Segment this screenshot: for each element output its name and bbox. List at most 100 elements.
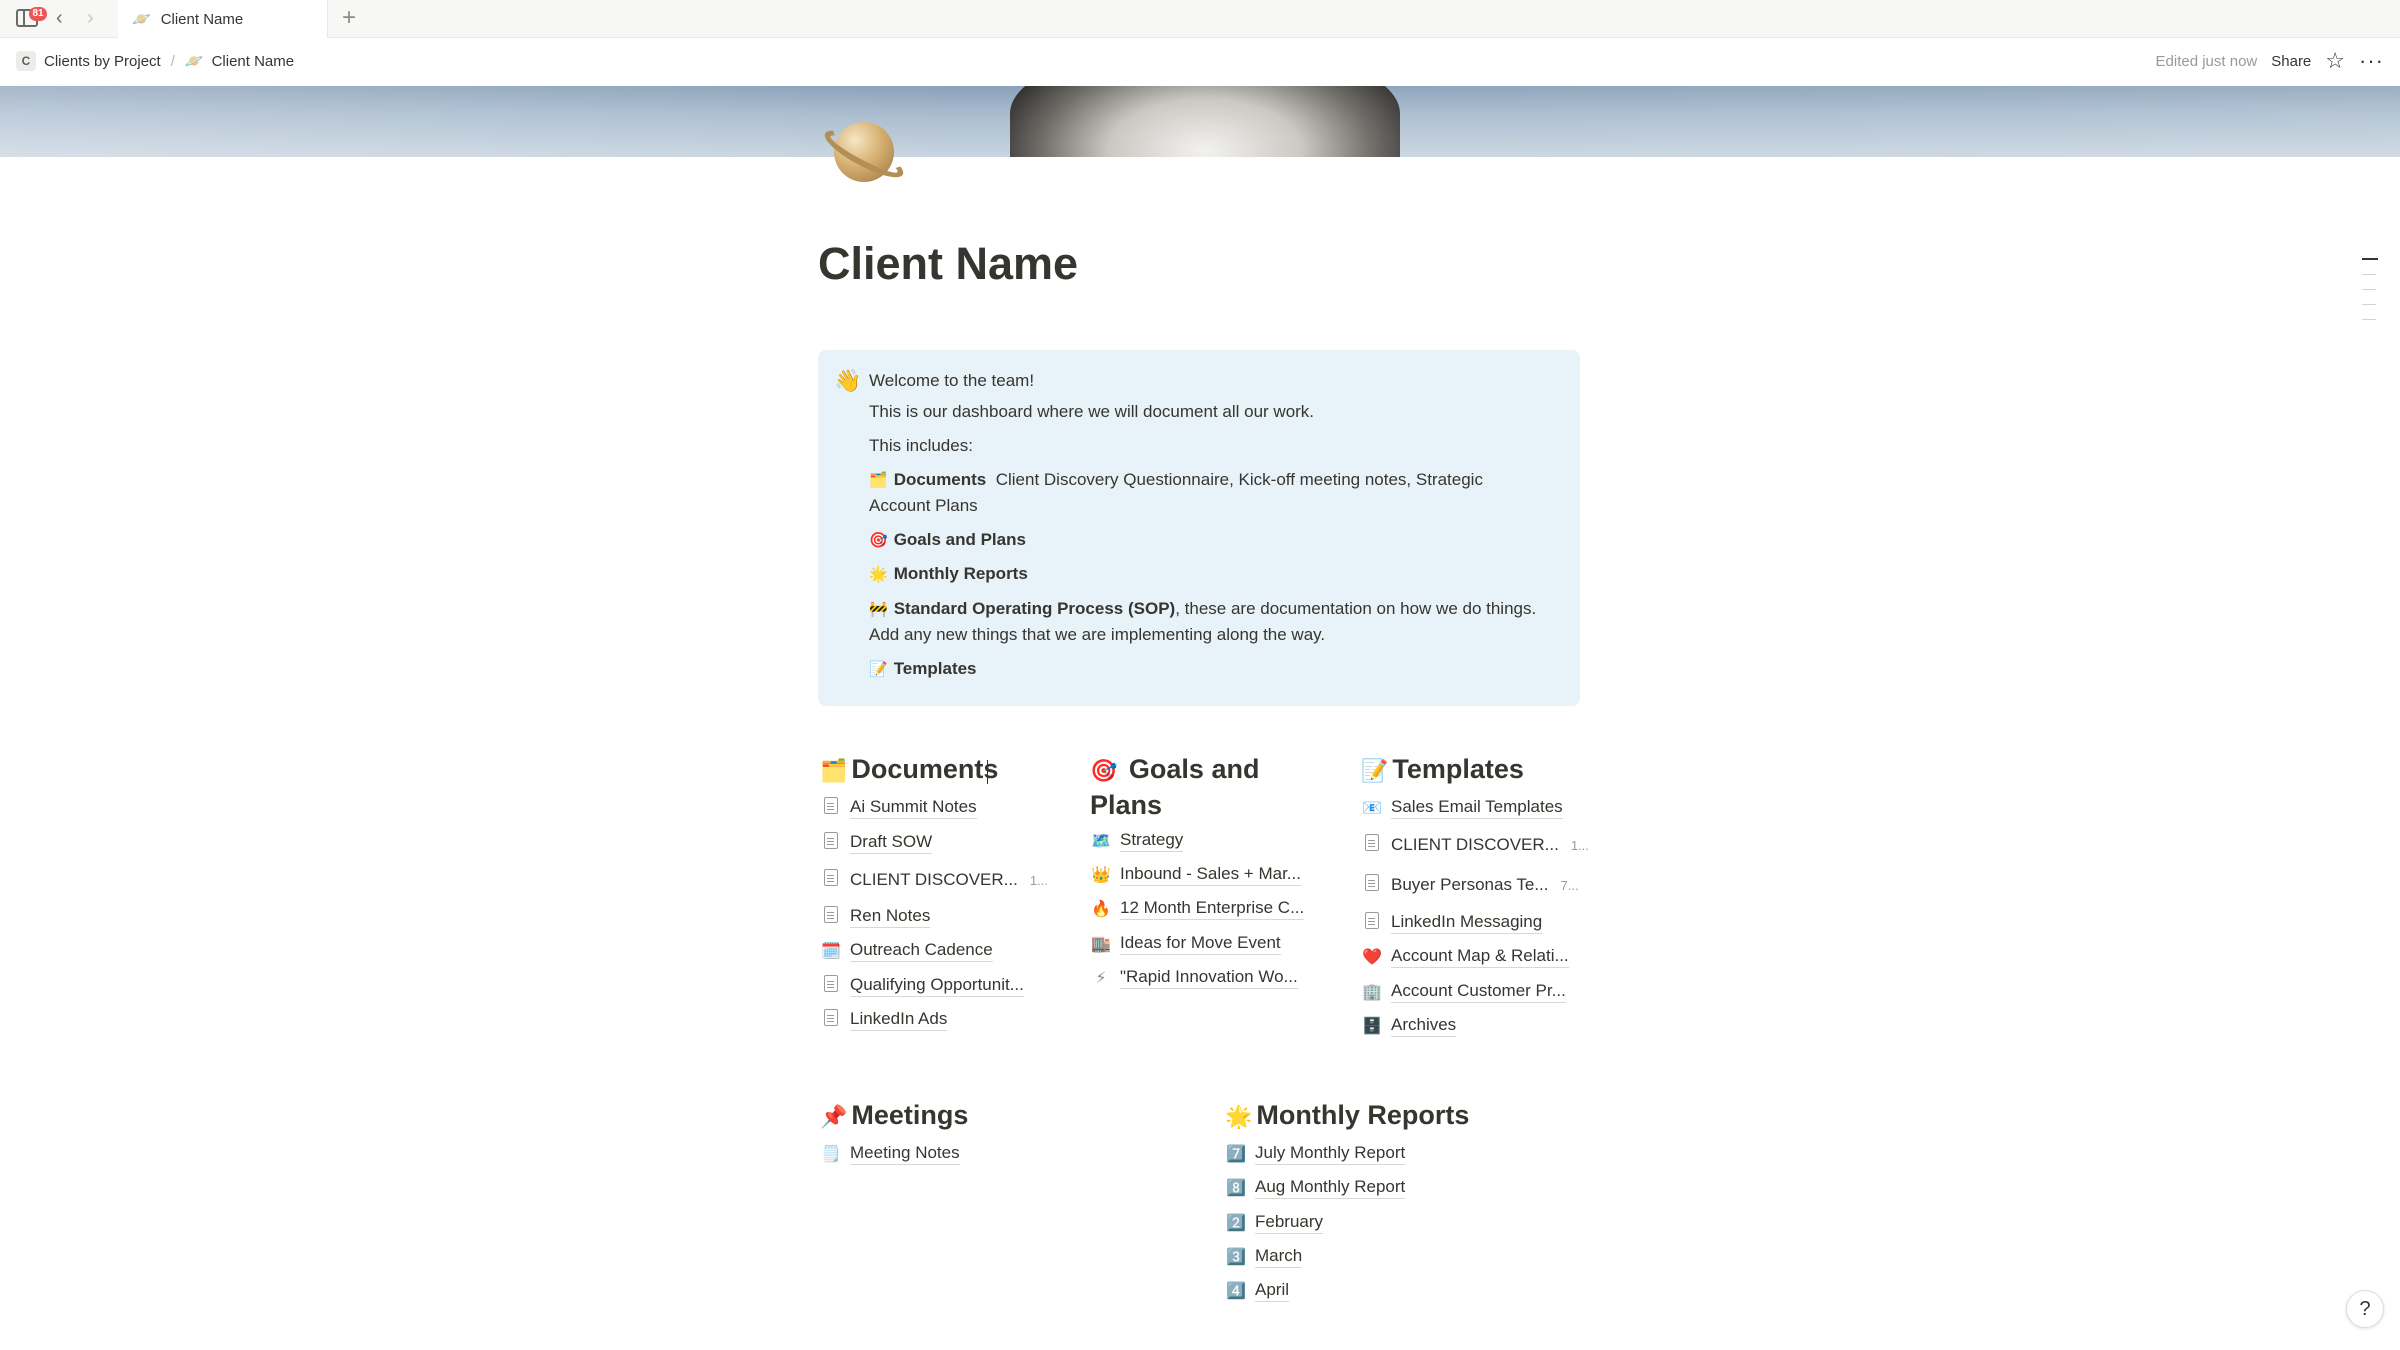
breadcrumb: C Clients by Project / 🪐 Client Name	[16, 51, 294, 71]
more-options-icon[interactable]: ···	[2359, 50, 2384, 72]
page-link-label: Buyer Personas Te...	[1391, 875, 1549, 894]
cover-image[interactable]	[0, 86, 2400, 157]
page-link-label: 12 Month Enterprise C...	[1120, 897, 1305, 920]
callout-sop-bold: Standard Operating Process (SOP)	[893, 599, 1176, 618]
callout-documents-text: Client Discovery Questionnaire, Kick-off…	[995, 470, 1483, 489]
callout-templates-line[interactable]: 📝 Templates	[869, 656, 977, 683]
tab-client-name[interactable]: 🪐 Client Name	[118, 0, 328, 38]
page-link-rapid-innovation[interactable]: ⚡ "Rapid Innovation Wo...	[1090, 966, 1298, 989]
help-button[interactable]: ?	[2346, 1290, 2384, 1328]
page-link-ren-notes[interactable]: Ren Notes	[820, 905, 931, 928]
breadcrumb-separator: /	[170, 52, 175, 70]
back-arrow-icon[interactable]: ‹	[56, 7, 63, 29]
page-link-client-discover[interactable]: CLIENT DISCOVER... 1...	[820, 869, 1048, 891]
callout-goals-line[interactable]: 🎯 Goals and Plans	[869, 527, 1026, 554]
waving-hand-icon[interactable]: 👋	[834, 368, 861, 394]
forward-arrow-icon[interactable]: ›	[87, 7, 94, 29]
cover-overlay	[0, 86, 2400, 157]
page-link-strategy[interactable]: 🗺️ Strategy	[1090, 829, 1184, 852]
page-link-label: CLIENT DISCOVER...	[1391, 835, 1559, 854]
page-link-ideas-move-event[interactable]: 🏬 Ideas for Move Event	[1090, 932, 1281, 955]
lightning-icon: ⚡	[1095, 969, 1107, 987]
breadcrumb-parent[interactable]: Clients by Project	[44, 53, 161, 70]
page-link-account-map[interactable]: ❤️ Account Map & Relati...	[1361, 945, 1569, 968]
saturn-page-icon[interactable]	[818, 108, 909, 198]
page-link-label: Account Map & Relati...	[1391, 945, 1569, 968]
page-link-july-report[interactable]: 7️⃣ July Monthly Report	[1225, 1142, 1406, 1165]
page-link-buyer-personas[interactable]: Buyer Personas Te... 7...	[1361, 874, 1579, 896]
page-link-label: February	[1255, 1211, 1324, 1234]
page-link-account-customer[interactable]: 🏢 Account Customer Pr...	[1361, 980, 1566, 1003]
breadcrumb-current[interactable]: Client Name	[212, 53, 295, 70]
page-link-outreach-cadence[interactable]: 🗓️ Outreach Cadence	[820, 939, 993, 962]
callout-intro[interactable]: This is our dashboard where we will docu…	[869, 399, 1314, 425]
templates-heading-text: Templates	[1392, 754, 1524, 784]
page-link-inbound[interactable]: 👑 Inbound - Sales + Mar...	[1090, 863, 1301, 886]
workspace-avatar[interactable]: C	[16, 51, 36, 71]
page-link-label: Draft SOW	[850, 831, 933, 854]
heart-icon: ❤️	[1362, 948, 1382, 966]
page-link-archives[interactable]: 🗄️ Archives	[1361, 1014, 1457, 1037]
page-link-12-month-enterprise[interactable]: 🔥 12 Month Enterprise C...	[1090, 897, 1305, 920]
templates-heading[interactable]: 📝 Templates	[1361, 752, 1524, 788]
page-doc-icon	[820, 1008, 842, 1031]
page-link-meta: 7...	[1560, 877, 1579, 893]
page-link-aug-report[interactable]: 8️⃣ Aug Monthly Report	[1225, 1176, 1406, 1199]
page-link-march[interactable]: 3️⃣ March	[1225, 1245, 1303, 1268]
office-building-icon: 🏢	[1362, 983, 1382, 1001]
callout-sop-text-2[interactable]: Add any new things that we are implement…	[869, 622, 1325, 648]
page-link-meeting-notes[interactable]: 🗒️ Meeting Notes	[820, 1142, 960, 1165]
page-link-client-discover-template[interactable]: CLIENT DISCOVER... 1...	[1361, 834, 1589, 856]
callout-monthly-line[interactable]: 🌟 Monthly Reports	[869, 561, 1028, 588]
text-cursor	[987, 760, 988, 784]
goals-heading[interactable]: 🎯 Goals and Plans	[1090, 752, 1259, 822]
tab-bar: 81 ‹ › 🪐 Client Name +	[0, 0, 2400, 38]
page-link-meta: 1...	[1029, 872, 1048, 888]
callout-includes[interactable]: This includes:	[869, 433, 973, 459]
page-link-qualifying-opportunit[interactable]: Qualifying Opportunit...	[820, 974, 1024, 997]
goals-heading-text-1: Goals and	[1128, 754, 1260, 784]
meetings-heading[interactable]: 📌 Meetings	[820, 1098, 968, 1134]
file-box-icon: 🗂️	[869, 472, 888, 489]
fire-icon: 🔥	[1091, 900, 1111, 918]
file-cabinet-icon: 🗄️	[1362, 1017, 1382, 1035]
toc-line	[2362, 289, 2376, 290]
star-icon[interactable]: ☆	[2325, 50, 2345, 72]
share-button[interactable]: Share	[2271, 53, 2311, 70]
callout-sop-line[interactable]: 🚧 Standard Operating Process (SOP), these…	[869, 596, 1536, 623]
tab-title: Client Name	[160, 10, 244, 28]
edited-status: Edited just now	[2155, 52, 2258, 70]
page-link-april[interactable]: 4️⃣ April	[1225, 1279, 1290, 1302]
page-link-label: Meeting Notes	[850, 1142, 960, 1165]
monthly-reports-heading[interactable]: 🌟 Monthly Reports	[1225, 1098, 1469, 1134]
page-link-label: Outreach Cadence	[850, 939, 993, 962]
new-tab-plus-icon[interactable]: +	[342, 5, 356, 31]
keycap-2-icon: 2️⃣	[1226, 1214, 1246, 1232]
documents-heading[interactable]: 🗂️ Documents	[820, 752, 998, 788]
welcome-callout[interactable]: 👋 Welcome to the team! This is our dashb…	[818, 350, 1580, 706]
page-link-linkedin-messaging[interactable]: LinkedIn Messaging	[1361, 911, 1543, 934]
page-link-label: July Monthly Report	[1255, 1142, 1406, 1165]
page-link-february[interactable]: 2️⃣ February	[1225, 1211, 1324, 1234]
table-of-contents-minimap[interactable]	[2362, 258, 2378, 334]
calendar-icon: 🗓️	[821, 942, 841, 960]
department-store-icon: 🏬	[1091, 935, 1111, 953]
page-link-linkedin-ads[interactable]: LinkedIn Ads	[820, 1008, 948, 1031]
page-link-ai-summit-notes[interactable]: Ai Summit Notes	[820, 796, 977, 819]
page-doc-icon	[820, 905, 842, 928]
callout-welcome[interactable]: Welcome to the team!	[869, 368, 1034, 394]
callout-documents-text-2[interactable]: Account Plans	[869, 493, 978, 519]
callout-documents-line[interactable]: 🗂️ Documents Client Discovery Questionnai…	[869, 467, 1483, 494]
page-link-sales-email-templates[interactable]: 📧 Sales Email Templates	[1361, 796, 1563, 819]
file-box-icon: 🗂️	[820, 758, 848, 783]
keycap-4-icon: 4️⃣	[1226, 1282, 1246, 1300]
page-link-label: Sales Email Templates	[1391, 796, 1563, 819]
page-link-label: Ideas for Move Event	[1120, 932, 1281, 955]
google-doc-icon	[1361, 874, 1383, 896]
goals-heading-text-2: Plans	[1090, 790, 1163, 820]
page-link-label: Archives	[1391, 1014, 1457, 1037]
page-title[interactable]: Client Name	[818, 238, 1078, 290]
page-doc-icon	[1361, 911, 1383, 934]
target-icon: 🎯	[1090, 758, 1118, 783]
page-link-draft-sow[interactable]: Draft SOW	[820, 831, 933, 854]
